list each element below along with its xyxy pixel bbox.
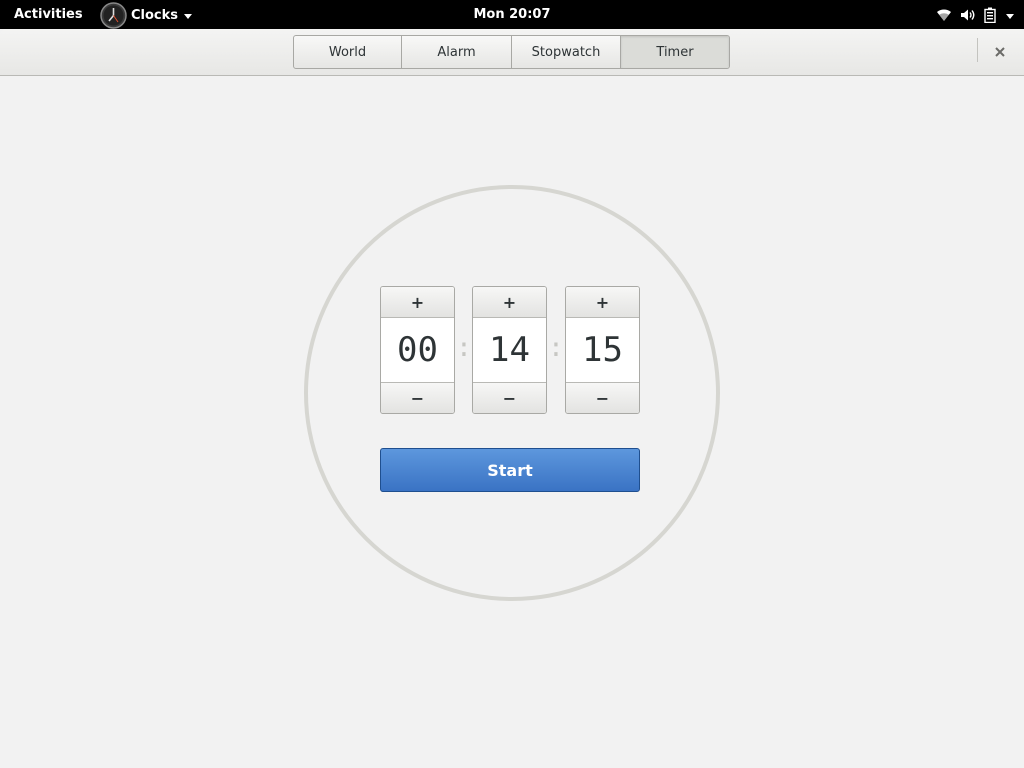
close-button[interactable] bbox=[991, 43, 1009, 61]
tab-alarm[interactable]: Alarm bbox=[402, 36, 512, 68]
time-separator: : bbox=[456, 333, 472, 363]
seconds-decrement-button[interactable]: − bbox=[566, 382, 639, 413]
header-separator bbox=[977, 38, 978, 62]
start-button[interactable]: Start bbox=[380, 448, 640, 492]
caret-down-icon bbox=[184, 13, 193, 19]
tab-timer[interactable]: Timer bbox=[621, 36, 729, 68]
minutes-increment-button[interactable]: + bbox=[473, 287, 546, 318]
view-switcher: World Alarm Stopwatch Timer bbox=[293, 35, 730, 69]
close-icon bbox=[995, 47, 1005, 57]
clocks-app-icon bbox=[100, 1, 127, 29]
app-menu[interactable]: Clocks bbox=[100, 1, 193, 29]
app-name: Clocks bbox=[131, 7, 179, 23]
hours-decrement-button[interactable]: − bbox=[381, 382, 454, 413]
plus-icon: + bbox=[502, 292, 517, 312]
status-menu[interactable] bbox=[936, 6, 1014, 24]
tab-world[interactable]: World bbox=[294, 36, 402, 68]
minutes-value[interactable]: 14 bbox=[473, 318, 546, 382]
seconds-value[interactable]: 15 bbox=[566, 318, 639, 382]
volume-icon bbox=[961, 9, 975, 21]
seconds-spinner: + 15 − bbox=[565, 286, 640, 414]
clock-display[interactable]: Mon 20:07 bbox=[473, 7, 550, 22]
hours-value[interactable]: 00 bbox=[381, 318, 454, 382]
plus-icon: + bbox=[410, 292, 425, 312]
tab-stopwatch[interactable]: Stopwatch bbox=[512, 36, 621, 68]
seconds-increment-button[interactable]: + bbox=[566, 287, 639, 318]
hours-increment-button[interactable]: + bbox=[381, 287, 454, 318]
minus-icon: − bbox=[410, 388, 425, 408]
minus-icon: − bbox=[502, 388, 517, 408]
top-bar: Activities Clocks Mon 20:07 bbox=[0, 0, 1024, 29]
plus-icon: + bbox=[595, 292, 610, 312]
wifi-icon bbox=[937, 9, 951, 21]
hours-spinner: + 00 − bbox=[380, 286, 455, 414]
activities-button[interactable]: Activities bbox=[14, 7, 83, 22]
minutes-spinner: + 14 − bbox=[472, 286, 547, 414]
minus-icon: − bbox=[595, 388, 610, 408]
battery-icon bbox=[984, 7, 996, 23]
time-separator: : bbox=[548, 333, 564, 363]
caret-down-icon bbox=[1006, 13, 1014, 19]
minutes-decrement-button[interactable]: − bbox=[473, 382, 546, 413]
header-bar: World Alarm Stopwatch Timer bbox=[0, 29, 1024, 76]
